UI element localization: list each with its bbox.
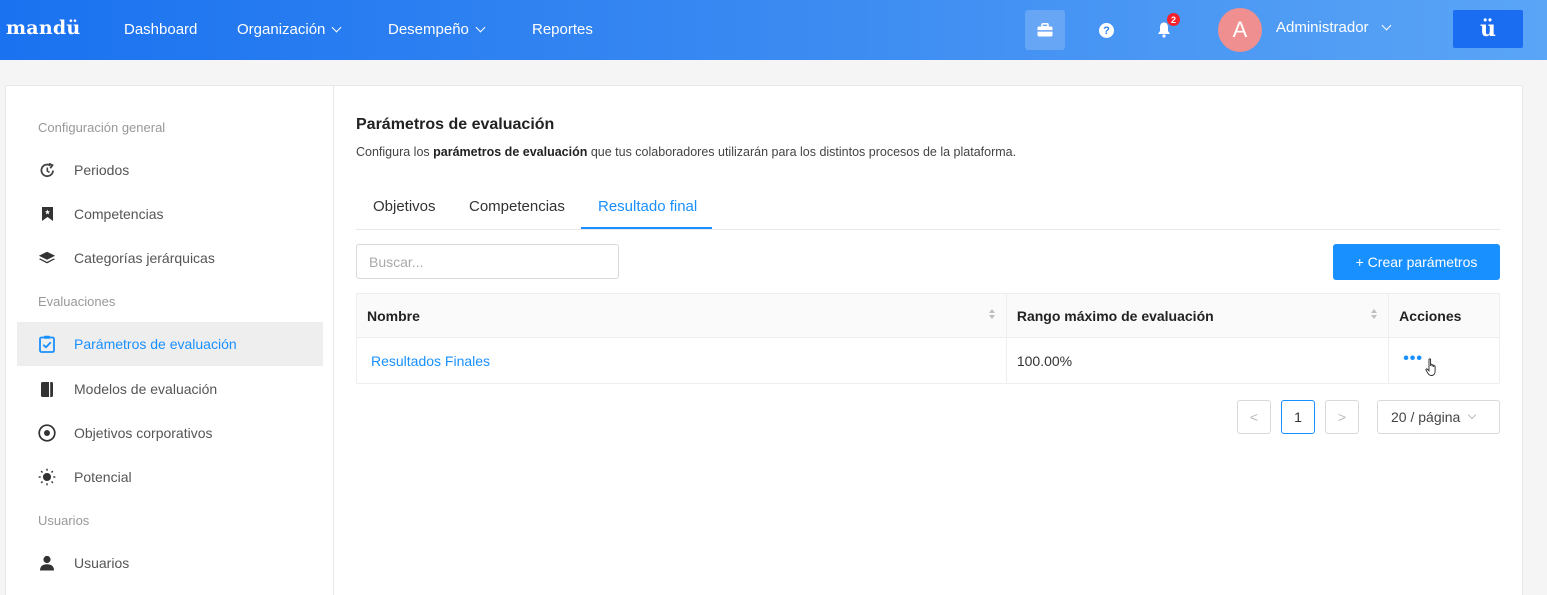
sidebar-item-label: Parámetros de evaluación <box>74 336 237 352</box>
prev-page-button[interactable]: < <box>1237 400 1271 434</box>
username-label: Administrador <box>1276 19 1369 36</box>
page-1-button[interactable]: 1 <box>1281 400 1315 434</box>
tab-competencias[interactable]: Competencias <box>469 198 565 215</box>
nav-dashboard[interactable]: Dashboard <box>124 21 197 38</box>
table-header: Nombre Rango máximo de evaluación Accion… <box>357 294 1499 338</box>
page-size-value: 20 / página <box>1391 409 1461 425</box>
sidebar-group-usuarios: Usuarios <box>38 513 90 528</box>
sidebar: Configuración general Periodos Competenc… <box>6 86 334 595</box>
sidebar-item-label: Modelos de evaluación <box>74 381 218 397</box>
main-card: Configuración general Periodos Competenc… <box>5 85 1523 595</box>
row-range-value: 100.00% <box>1016 352 1073 369</box>
desc-text: que tus colaboradores utilizarán para lo… <box>587 145 1017 159</box>
nav-desempeno[interactable]: Desempeño <box>388 21 486 38</box>
nav-reportes-label: Reportes <box>532 21 593 38</box>
chevron-down-icon <box>331 22 342 33</box>
hand-cursor-icon <box>1425 357 1436 376</box>
user-icon <box>38 554 56 572</box>
refresh-clock-icon <box>38 161 56 179</box>
checklist-icon <box>38 335 56 353</box>
column-header-label: Nombre <box>367 307 420 324</box>
column-header-acciones: Acciones <box>1389 294 1499 337</box>
tab-objetivos[interactable]: Objetivos <box>373 198 436 215</box>
page-description: Configura los parámetros de evaluación q… <box>356 145 1016 159</box>
sidebar-item-label: Periodos <box>74 162 130 178</box>
book-icon <box>38 380 56 398</box>
sidebar-item-potencial[interactable]: Potencial <box>17 455 323 499</box>
sidebar-group-evaluaciones: Evaluaciones <box>38 294 116 309</box>
content-area: Parámetros de evaluación Configura los p… <box>356 86 1500 595</box>
target-icon <box>38 424 56 442</box>
nav-reportes[interactable]: Reportes <box>532 21 593 38</box>
sidebar-item-label: Usuarios <box>74 555 130 571</box>
next-page-button[interactable]: > <box>1325 400 1359 434</box>
chevron-down-icon <box>475 22 486 33</box>
search-input[interactable] <box>356 244 619 279</box>
mandu-logo[interactable]: mandü <box>6 17 80 39</box>
sort-icon[interactable] <box>988 309 996 321</box>
avatar[interactable]: A <box>1218 8 1262 52</box>
sidebar-item-competencias[interactable]: Competencias <box>17 192 323 236</box>
sidebar-group-config: Configuración general <box>38 120 166 135</box>
briefcase-button[interactable] <box>1025 10 1065 50</box>
chevron-down-icon <box>1381 20 1391 31</box>
bulb-icon <box>38 468 56 486</box>
column-header-rango[interactable]: Rango máximo de evaluación <box>1007 294 1390 337</box>
sidebar-item-label: Categorías jerárquicas <box>74 250 215 266</box>
sidebar-item-modelos[interactable]: Modelos de evaluación <box>17 367 323 411</box>
chevron-down-icon <box>1468 410 1477 420</box>
sidebar-item-objetivos[interactable]: Objetivos corporativos <box>17 411 323 455</box>
tab-bar: Objetivos Competencias Resultado final <box>356 186 1500 230</box>
sidebar-item-periodos[interactable]: Periodos <box>17 148 323 192</box>
tab-active-indicator <box>581 227 712 229</box>
more-actions-icon[interactable]: ••• <box>1403 350 1423 368</box>
bookmark-icon <box>38 205 56 223</box>
sidebar-item-label: Competencias <box>74 206 164 222</box>
column-header-label: Acciones <box>1399 307 1462 324</box>
notification-badge: 2 <box>1167 13 1180 26</box>
row-name-link[interactable]: Resultados Finales <box>371 353 490 369</box>
cell-acciones: ••• <box>1389 338 1499 383</box>
sidebar-item-parametros[interactable]: Parámetros de evaluación <box>17 322 323 366</box>
briefcase-icon <box>1037 23 1053 37</box>
sort-icon[interactable] <box>1371 309 1378 321</box>
page-title: Parámetros de evaluación <box>356 116 555 133</box>
nav-organizacion-label: Organización <box>237 21 326 38</box>
top-navbar: mandü Dashboard Organización Desempeño R… <box>0 0 1547 60</box>
tab-resultado-final[interactable]: Resultado final <box>598 198 697 215</box>
brand-button[interactable]: ü <box>1453 10 1523 48</box>
desc-text: Configura los <box>356 145 434 159</box>
column-header-nombre[interactable]: Nombre <box>357 294 1007 337</box>
nav-desempeno-label: Desempeño <box>388 21 469 38</box>
nav-dashboard-label: Dashboard <box>124 21 198 38</box>
layers-icon <box>38 249 56 267</box>
sidebar-item-label: Potencial <box>74 469 132 485</box>
sidebar-item-usuarios[interactable]: Usuarios <box>17 541 323 585</box>
parameters-table: Nombre Rango máximo de evaluación Accion… <box>356 293 1500 384</box>
user-menu[interactable]: Administrador <box>1276 19 1391 36</box>
sidebar-item-label: Objetivos corporativos <box>74 425 213 441</box>
create-parameters-button[interactable]: + Crear parámetros <box>1333 244 1500 280</box>
column-header-label: Rango máximo de evaluación <box>1016 307 1214 324</box>
nav-organizacion[interactable]: Organización <box>237 21 342 38</box>
help-icon[interactable]: ? <box>1099 23 1114 38</box>
cell-nombre: Resultados Finales <box>357 338 1007 383</box>
cell-rango: 100.00% <box>1007 338 1390 383</box>
desc-bold-text: parámetros de evaluación <box>433 145 588 159</box>
table-row: Resultados Finales 100.00% ••• <box>357 338 1499 383</box>
sidebar-item-categorias[interactable]: Categorías jerárquicas <box>17 236 323 280</box>
page-size-select[interactable]: 20 / página <box>1377 400 1500 434</box>
